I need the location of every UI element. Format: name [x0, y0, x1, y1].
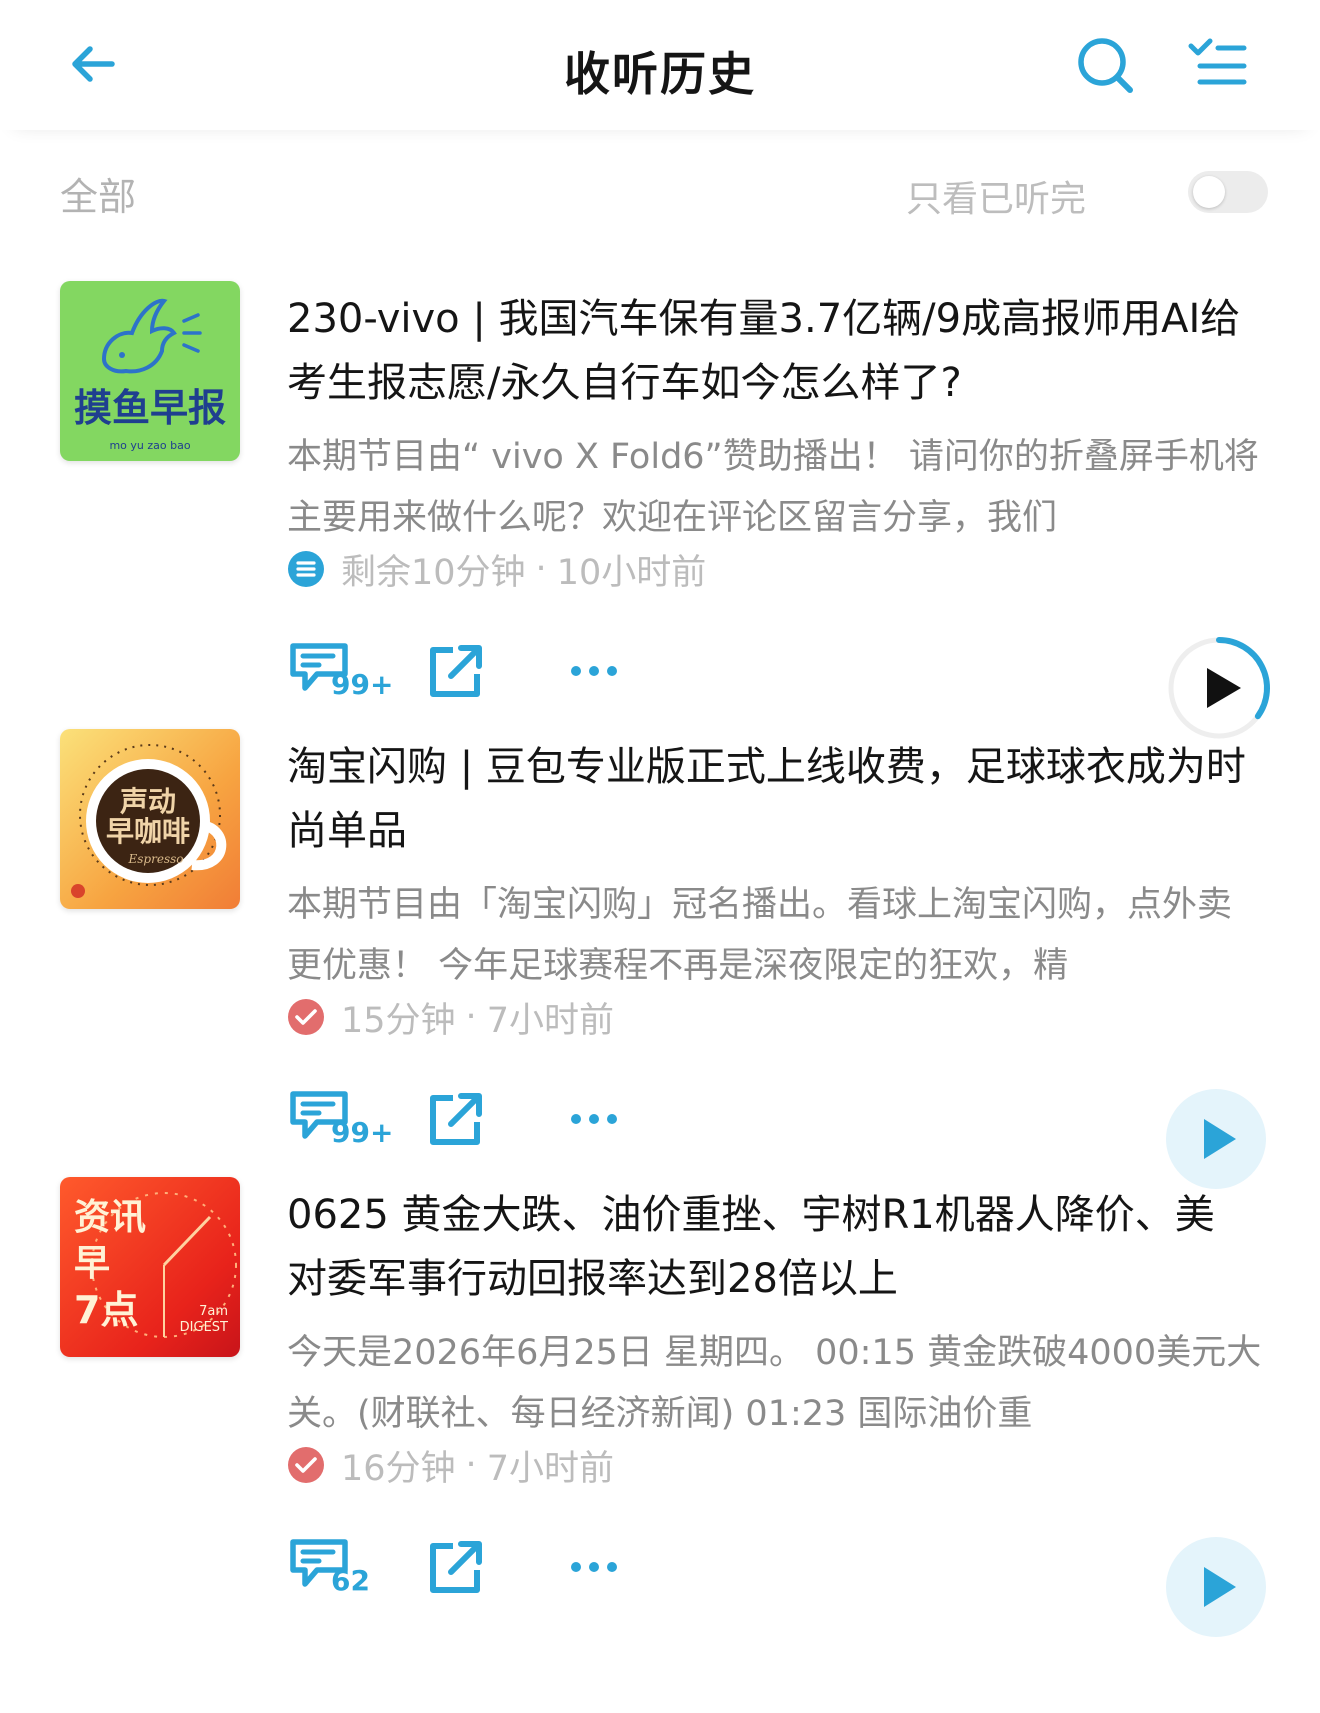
meta-separator: · — [535, 549, 547, 589]
played-time-ago: 7小时前 — [486, 1000, 614, 1041]
completed-check-icon — [288, 1447, 324, 1483]
episode-duration: 16分钟 — [341, 1448, 456, 1489]
in-progress-icon — [288, 551, 324, 587]
share-icon[interactable] — [427, 1090, 485, 1148]
only-finished-label: 只看已听完 — [905, 179, 1086, 220]
podcast-cover: 声动 早咖啡 Espresso — [60, 729, 240, 909]
cover-title-2: 早咖啡 — [106, 815, 190, 848]
comment-count: 99+ — [331, 668, 394, 701]
comment-count: 99+ — [331, 1116, 394, 1149]
clock-news-logo-icon: 资讯 早 7点 7am DIGEST — [74, 1192, 237, 1338]
episode-title[interactable]: 淘宝闪购 | 豆包专业版正式上线收费，足球球衣成为时尚单品 — [287, 735, 1247, 863]
cover-pinyin: mo yu zao bao — [109, 439, 190, 452]
share-icon[interactable] — [427, 642, 485, 700]
cover-subtitle-2: DIGEST — [180, 1320, 228, 1335]
play-button[interactable] — [1166, 1089, 1266, 1189]
episode-item[interactable]: 声动 早咖啡 Espresso 淘宝闪购 | 豆包专业版正式上线收费，足球球衣成… — [0, 729, 1320, 1209]
cover-title-3: 7点 — [74, 1288, 138, 1332]
cover-title-1: 声动 — [120, 785, 176, 818]
episode-meta: 剩余10分钟 · 10小时前 — [287, 544, 706, 594]
comment-button[interactable]: 99+ — [287, 640, 393, 704]
episode-item[interactable]: 资讯 早 7点 7am DIGEST 0625 黄金大跌、油价重挫、宇树R1机器… — [0, 1177, 1320, 1657]
fish-hand-logo-icon: 摸鱼早报 mo yu zao bao — [74, 298, 226, 452]
episode-description: 今天是2026年6月25日 星期四。 00:15 黄金跌破4000美元大关。(财… — [287, 1333, 1262, 1434]
more-icon[interactable] — [569, 664, 619, 678]
episode-duration: 15分钟 — [341, 1000, 456, 1041]
cover-title-2: 早 — [74, 1243, 110, 1284]
comment-button[interactable]: 99+ — [287, 1088, 393, 1152]
episode-title[interactable]: 230-vivo | 我国汽车保有量3.7亿辆/9成高报师用AI给考生报志愿/永… — [287, 287, 1247, 415]
play-button[interactable] — [1166, 1537, 1266, 1637]
episode-description: 本期节目由「淘宝闪购」冠名播出。看球上淘宝闪购，点外卖更优惠！ 今年足球赛程不再… — [287, 885, 1233, 986]
played-time-ago: 10小时前 — [556, 552, 707, 593]
share-icon[interactable] — [427, 1538, 485, 1596]
episode-meta: 15分钟 · 7小时前 — [287, 992, 614, 1042]
more-icon[interactable] — [569, 1112, 619, 1126]
episode-title[interactable]: 0625 黄金大跌、油价重挫、宇树R1机器人降价、美对委军事行动回报率达到28倍… — [287, 1183, 1247, 1311]
toggle-knob — [1193, 176, 1225, 208]
top-bar: 收听历史 — [0, 0, 1320, 130]
podcast-cover: 摸鱼早报 mo yu zao bao — [60, 281, 240, 461]
only-finished-toggle[interactable] — [1188, 171, 1268, 213]
play-icon — [1204, 1567, 1236, 1607]
episode-actions: 62 — [287, 1532, 687, 1604]
filter-all-tab[interactable]: 全部 — [60, 166, 136, 221]
batch-manage-icon[interactable] — [1188, 38, 1248, 94]
cover-title-1: 资讯 — [74, 1197, 146, 1238]
podcast-cover: 资讯 早 7点 7am DIGEST — [60, 1177, 240, 1357]
cover-subtitle: Espresso — [128, 852, 184, 866]
meta-separator: · — [465, 997, 477, 1037]
cover-subtitle-1: 7am — [199, 1304, 228, 1319]
played-time-ago: 7小时前 — [486, 1448, 614, 1489]
play-icon — [1204, 1119, 1236, 1159]
cover-title: 摸鱼早报 — [74, 386, 226, 430]
comment-button[interactable]: 62 — [287, 1536, 387, 1600]
episode-item[interactable]: 摸鱼早报 mo yu zao bao 230-vivo | 我国汽车保有量3.7… — [0, 281, 1320, 761]
play-progress-button[interactable] — [1165, 634, 1273, 742]
episode-meta: 16分钟 · 7小时前 — [287, 1440, 614, 1490]
more-icon[interactable] — [569, 1560, 619, 1574]
meta-separator: · — [465, 1445, 477, 1485]
coffee-cup-logo-icon: 声动 早咖啡 Espresso — [71, 744, 227, 898]
episode-actions: 99+ — [287, 636, 687, 708]
episode-actions: 99+ — [287, 1084, 687, 1156]
episode-description: 本期节目由“ vivo X Fold6”赞助播出！ 请问你的折叠屏手机将主要用来… — [287, 437, 1259, 538]
search-icon[interactable] — [1074, 34, 1138, 98]
remaining-time: 剩余10分钟 — [341, 552, 526, 593]
comment-count: 62 — [331, 1564, 370, 1597]
completed-check-icon — [288, 999, 324, 1035]
